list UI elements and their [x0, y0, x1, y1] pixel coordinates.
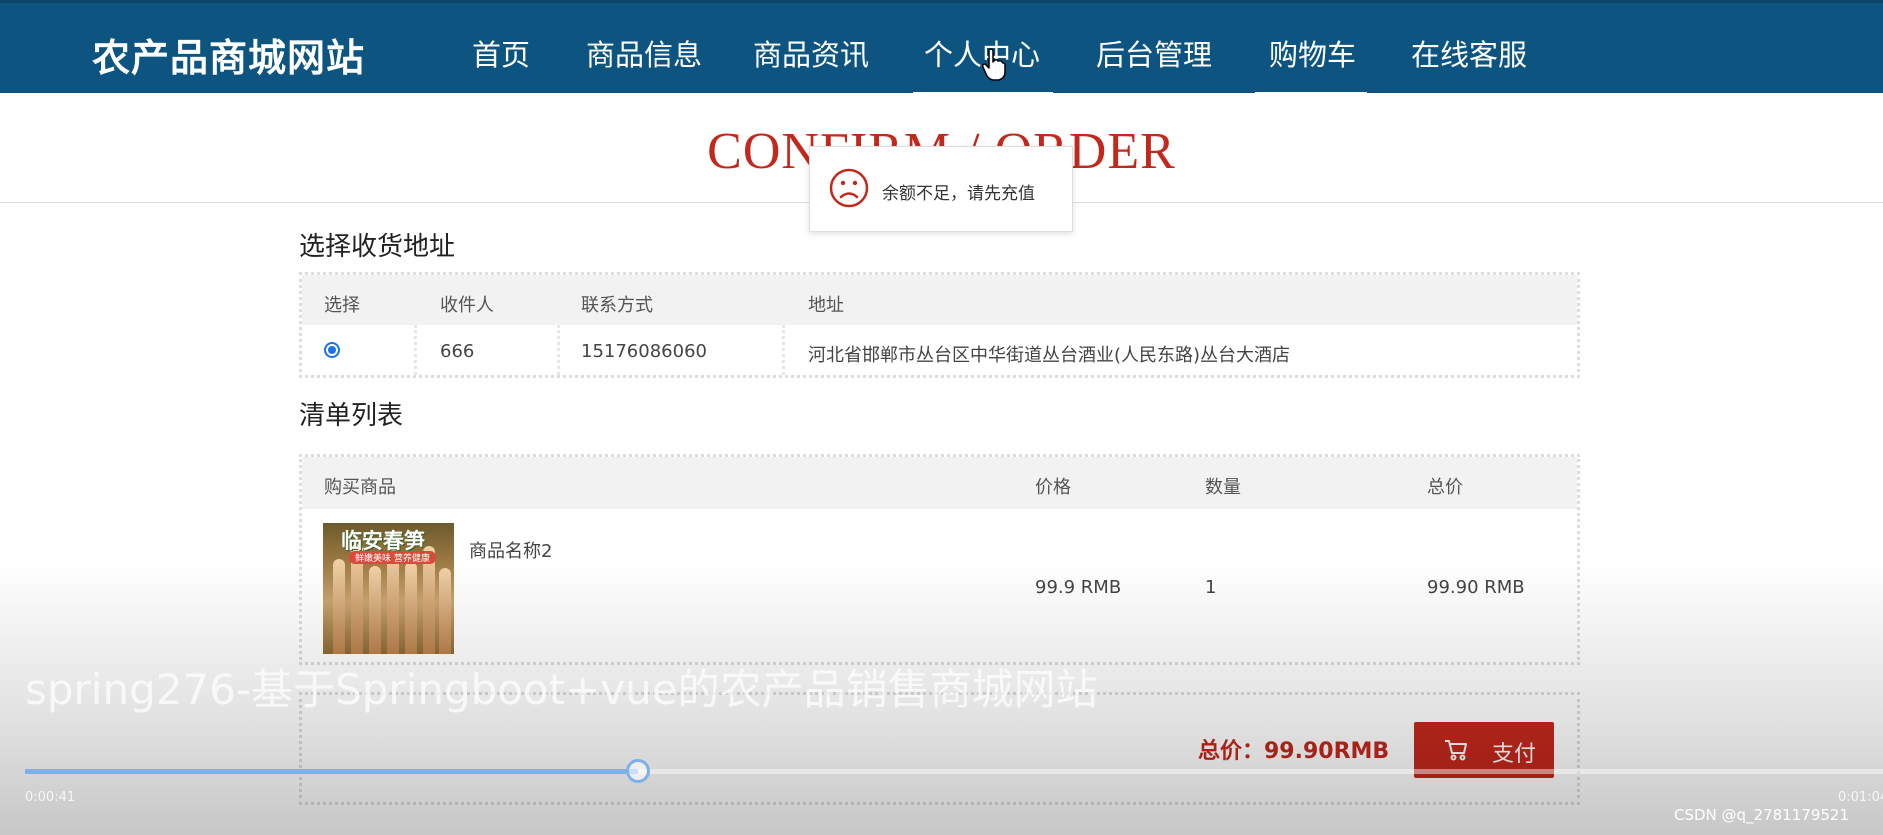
product-total: 99.90 RMB — [1427, 577, 1525, 598]
recipient-cell: 666 — [440, 341, 475, 362]
column-divider — [782, 325, 785, 375]
nav-item-admin[interactable]: 后台管理 — [1096, 32, 1212, 74]
image-detail — [333, 559, 345, 654]
image-detail — [405, 562, 417, 654]
product-price: 99.9 RMB — [1035, 577, 1122, 598]
nav-item-products[interactable]: 商品信息 — [586, 32, 702, 74]
toast-text: 余额不足，请先充值 — [882, 184, 1035, 204]
order-table-header: 购买商品 价格 数量 总价 — [302, 457, 1577, 509]
order-total: 总价：99.90RMB — [1198, 739, 1390, 764]
product-image[interactable]: 临安春笋 鲜嫩美味 营养健康 — [323, 523, 454, 654]
nav-item-cart[interactable]: 购物车 — [1269, 32, 1356, 74]
nav-item-home[interactable]: 首页 — [472, 32, 530, 74]
image-detail — [387, 550, 399, 654]
order-list-title: 清单列表 — [299, 401, 404, 431]
toast-message: 余额不足，请先充值 — [809, 146, 1073, 232]
video-total-time: 0:01:04 — [1838, 790, 1883, 805]
product-name[interactable]: 商品名称2 — [469, 537, 552, 563]
phone-cell: 15176086060 — [581, 341, 707, 362]
address-section-title: 选择收货地址 — [299, 232, 456, 262]
address-radio[interactable] — [324, 342, 340, 358]
header-select: 选择 — [324, 295, 360, 316]
nav-item-customer-service[interactable]: 在线客服 — [1411, 32, 1527, 74]
video-progress-handle[interactable] — [626, 759, 651, 783]
header-product: 购买商品 — [324, 477, 396, 498]
product-image-sublabel: 鲜嫩美味 营养健康 — [349, 551, 436, 564]
image-detail — [439, 568, 451, 654]
hand-cursor-icon — [982, 48, 1006, 81]
top-nav: 农产品商城网站 首页 商品信息 商品资讯 个人中心 后台管理 购物车 在线客服 — [0, 0, 1883, 96]
column-divider — [557, 325, 560, 375]
product-quantity: 1 — [1205, 577, 1217, 598]
image-detail — [369, 566, 381, 654]
header-recipient: 收件人 — [440, 295, 494, 316]
header-address: 地址 — [808, 295, 844, 316]
column-divider — [414, 325, 417, 375]
address-cell: 河北省邯郸市丛台区中华街道丛台酒业(人民东路)丛台大酒店 — [808, 345, 1291, 366]
order-table: 购买商品 价格 数量 总价 临安春笋 鲜嫩美味 营养健康 商品名称2 99.9 … — [299, 454, 1580, 665]
sad-face-icon — [829, 168, 869, 208]
video-progress-fill — [25, 769, 639, 774]
csdn-credit: CSDN @q_2781179521 — [1674, 806, 1849, 824]
site-logo[interactable]: 农产品商城网站 — [92, 27, 365, 82]
page: 农产品商城网站 首页 商品信息 商品资讯 个人中心 后台管理 购物车 在线客服 … — [0, 0, 1883, 835]
header-price: 价格 — [1035, 477, 1071, 498]
address-table-header: 选择 收件人 联系方式 地址 — [302, 275, 1577, 325]
pay-button-label: 支付 — [1492, 742, 1537, 767]
nav-item-news[interactable]: 商品资讯 — [753, 32, 869, 74]
header-quantity: 数量 — [1205, 477, 1241, 498]
video-current-time: 0:00:41 — [25, 790, 76, 805]
address-table: 选择 收件人 联系方式 地址 666 15176086060 河北省邯郸市丛台区… — [299, 272, 1580, 378]
header-total: 总价 — [1427, 477, 1463, 498]
cart-icon — [1445, 740, 1467, 761]
order-summary: 总价：99.90RMB 支付 — [299, 692, 1580, 805]
video-progress-bar[interactable] — [25, 759, 1883, 783]
header-phone: 联系方式 — [581, 295, 653, 316]
